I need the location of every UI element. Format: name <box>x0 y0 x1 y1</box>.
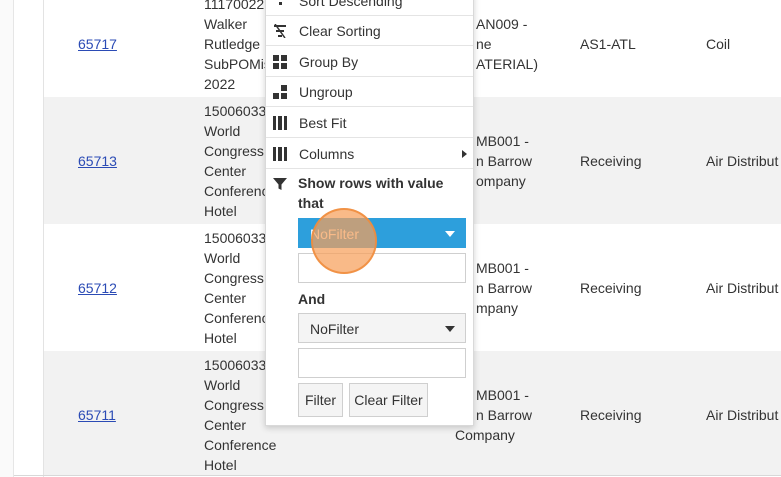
job-line: Hotel <box>204 330 237 346</box>
job-line: 15006033 <box>204 230 267 246</box>
vendor-cell: AN009 - ne ATERIAL) <box>476 14 538 74</box>
location-cell: Receiving <box>580 280 642 296</box>
menu-item-group-by[interactable]: Group By <box>266 47 473 77</box>
vendor-line: n Barrow <box>476 153 533 169</box>
job-cell: 15006033 World Congress Center Conferenc… <box>204 101 269 221</box>
vendor-cell: MB001 - n Barrow ompany <box>476 131 532 191</box>
menu-item-label: Ungroup <box>299 84 353 100</box>
job-line: World <box>204 250 241 266</box>
chevron-down-icon <box>445 326 455 332</box>
grid-bottom-border <box>14 475 781 476</box>
vendor-line: ompany <box>476 173 526 189</box>
dropdown-selected-value: NoFilter <box>310 226 360 242</box>
menu-item-columns[interactable]: Columns <box>266 139 473 169</box>
filter-title: Show rows with value that <box>298 175 444 211</box>
vendor-line: AN009 - <box>476 16 528 32</box>
sort-descending-icon <box>279 2 282 5</box>
left-gutter <box>0 0 14 477</box>
job-line: Hotel <box>204 203 237 219</box>
first-filter-value-input[interactable] <box>298 253 466 283</box>
filter-icon <box>273 178 287 190</box>
clear-filter-button[interactable]: Clear Filter <box>349 383 428 417</box>
menu-item-label: Sort Descending <box>299 0 403 9</box>
job-line: Congress <box>204 270 264 286</box>
menu-item-best-fit[interactable]: Best Fit <box>266 108 473 138</box>
vendor-line: ne <box>476 36 492 52</box>
dropdown-selected-value: NoFilter <box>310 321 360 337</box>
second-filter-value-input[interactable] <box>298 348 466 378</box>
group-by-icon <box>273 55 287 69</box>
submenu-arrow-icon <box>462 150 467 158</box>
ungroup-icon <box>273 85 287 99</box>
second-filter-operator-dropdown[interactable]: NoFilter <box>298 313 466 343</box>
chevron-down-icon <box>445 231 455 237</box>
menu-item-label: Best Fit <box>299 115 347 131</box>
job-line: Walker <box>204 16 248 32</box>
job-line: World <box>204 123 241 139</box>
location-cell: Receiving <box>580 153 642 169</box>
job-line: SubPOMis <box>204 56 271 72</box>
filter-button[interactable]: Filter <box>298 383 343 417</box>
first-filter-operator-dropdown[interactable]: NoFilter <box>298 218 466 248</box>
item-cell: Air Distribut <box>706 153 779 169</box>
job-line: Congress <box>204 143 264 159</box>
po-number-link[interactable]: 65711 <box>78 405 116 425</box>
menu-item-label: Clear Sorting <box>299 23 381 39</box>
po-number-link[interactable]: 65712 <box>78 278 117 298</box>
item-cell: Coil <box>706 36 731 52</box>
menu-item-label: Columns <box>299 146 355 162</box>
menu-item-ungroup[interactable]: Ungroup <box>266 77 473 107</box>
po-number-link[interactable]: 65713 <box>78 151 117 171</box>
item-cell: Air Distribut <box>706 407 779 423</box>
job-line: Rutledge <box>204 36 261 52</box>
best-fit-icon <box>273 116 287 130</box>
location-cell: Receiving <box>580 407 642 423</box>
column-menu: Sort Descending Clear Sorting Group By U… <box>265 0 474 426</box>
item-cell: Air Distribut <box>706 280 779 296</box>
clear-sorting-icon <box>274 24 286 38</box>
job-cell: 15006033 World Congress Center Conferenc… <box>204 228 269 348</box>
job-line: Hotel <box>204 457 237 473</box>
job-line: Center <box>204 163 247 179</box>
menu-item-clear-sorting[interactable]: Clear Sorting <box>266 16 473 46</box>
menu-item-label: Group By <box>299 54 359 70</box>
job-line: 15006033 <box>204 103 267 119</box>
job-line: Conferenc <box>204 183 269 199</box>
job-line: Center <box>204 290 247 306</box>
job-cell: 11170022 Walker Rutledge SubPOMis 2022 <box>204 0 271 94</box>
vendor-line: mpany <box>476 300 519 316</box>
vendor-line: MB001 - <box>476 260 529 276</box>
location-cell: AS1-ATL <box>580 36 636 52</box>
menu-item-sort-descending[interactable]: Sort Descending <box>266 0 473 16</box>
vendor-line: ATERIAL) <box>476 56 538 72</box>
vendor-line: Company <box>455 427 515 443</box>
vendor-cell: MB001 - n Barrow mpany <box>476 258 532 318</box>
job-line: Conferenc <box>204 310 269 326</box>
job-line: 2022 <box>204 76 236 92</box>
columns-icon <box>273 147 287 161</box>
job-line: 11170022 <box>204 0 265 12</box>
vendor-line: n Barrow <box>476 280 533 296</box>
vendor-line: MB001 - <box>476 133 529 149</box>
filter-logic-label: And <box>298 291 326 307</box>
po-number-link[interactable]: 65717 <box>78 34 117 54</box>
job-line: Conference <box>204 437 277 453</box>
